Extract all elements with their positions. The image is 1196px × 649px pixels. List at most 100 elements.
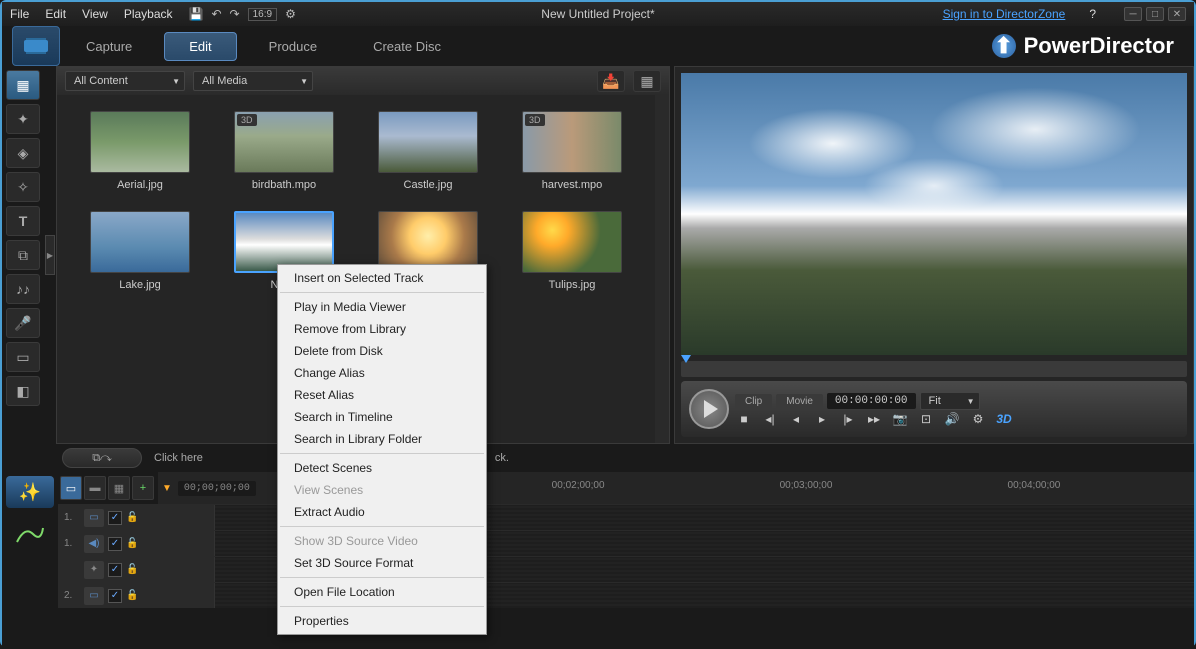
maximize-button[interactable]: □ bbox=[1146, 7, 1164, 21]
context-menu-item[interactable]: Reset Alias bbox=[278, 384, 486, 406]
context-menu-item[interactable]: Delete from Disk bbox=[278, 340, 486, 362]
minimize-button[interactable]: ─ bbox=[1124, 7, 1142, 21]
media-item[interactable]: 3Dharvest.mpo bbox=[505, 111, 639, 191]
prev-frame-icon[interactable]: ◂| bbox=[761, 412, 779, 426]
menu-playback[interactable]: Playback bbox=[124, 7, 173, 21]
menubar: File Edit View Playback 💾 ↶ ↷ 16:9 ⚙ New… bbox=[2, 2, 1194, 26]
media-filter-dropdown[interactable]: All Media bbox=[193, 71, 313, 91]
aspect-ratio-dropdown[interactable]: 16:9 bbox=[248, 8, 277, 21]
menu-view[interactable]: View bbox=[82, 7, 108, 21]
zoom-fit-dropdown[interactable]: Fit bbox=[920, 392, 980, 410]
tab-capture[interactable]: Capture bbox=[62, 33, 156, 60]
track-view-2[interactable]: ▬ bbox=[84, 476, 106, 500]
media-toolbar: All Content All Media 📥 ▦ bbox=[57, 67, 669, 95]
import-media-button[interactable]: 📥 bbox=[597, 70, 625, 92]
stop-icon[interactable]: ■ bbox=[735, 412, 753, 426]
close-button[interactable]: ✕ bbox=[1168, 7, 1186, 21]
track-visible-checkbox[interactable]: ✓ bbox=[108, 511, 122, 525]
context-menu-item[interactable]: Remove from Library bbox=[278, 318, 486, 340]
track-visible-checkbox[interactable]: ✓ bbox=[108, 537, 122, 551]
preview-scrubber[interactable] bbox=[681, 361, 1187, 377]
library-menu-button[interactable]: ▦ bbox=[633, 70, 661, 92]
track-header[interactable]: 1.▭✓🔓 bbox=[58, 505, 214, 530]
track-header[interactable]: 1.◀)✓🔓 bbox=[58, 531, 214, 556]
preview-3d-button[interactable]: 3D bbox=[995, 412, 1013, 426]
track-lock-icon[interactable]: 🔓 bbox=[126, 538, 138, 549]
track-lock-icon[interactable]: 🔓 bbox=[126, 564, 138, 575]
playhead-marker-icon[interactable]: ▼ bbox=[162, 483, 172, 494]
signin-link[interactable]: Sign in to DirectorZone bbox=[943, 7, 1066, 21]
context-menu-item[interactable]: Extract Audio bbox=[278, 501, 486, 523]
context-menu-item[interactable]: Insert on Selected Track bbox=[278, 267, 486, 289]
timeline-tool-button[interactable]: ⧉↷ bbox=[62, 448, 142, 468]
media-item[interactable]: Tulips.jpg bbox=[505, 211, 639, 291]
play-button[interactable] bbox=[689, 389, 729, 429]
effect-room-button[interactable]: ✦ bbox=[6, 104, 40, 134]
tab-create-disc[interactable]: Create Disc bbox=[349, 33, 465, 60]
mode-tabs: Capture Edit Produce Create Disc ⬆ Power… bbox=[2, 26, 1194, 66]
context-menu-item[interactable]: Search in Timeline bbox=[278, 406, 486, 428]
media-room-button[interactable]: ▦ bbox=[6, 70, 40, 100]
context-menu-item[interactable]: Set 3D Source Format bbox=[278, 552, 486, 574]
title-room-button[interactable]: T bbox=[6, 206, 40, 236]
next-frame-icon[interactable]: |▸ bbox=[839, 412, 857, 426]
particle-room-button[interactable]: ✧ bbox=[6, 172, 40, 202]
track-header[interactable]: 2.▭✓🔓 bbox=[58, 583, 214, 608]
track-visible-checkbox[interactable]: ✓ bbox=[108, 589, 122, 603]
hint-text-right: ck. bbox=[495, 452, 509, 464]
track-header[interactable]: ✦✓🔓 bbox=[58, 557, 214, 582]
menu-file[interactable]: File bbox=[10, 7, 29, 21]
movie-mode-toggle[interactable]: Movie bbox=[776, 394, 823, 409]
transition-room-button[interactable]: ⧉ bbox=[6, 240, 40, 270]
svrt-button[interactable] bbox=[6, 518, 54, 550]
chapter-room-button[interactable]: ▭ bbox=[6, 342, 40, 372]
track-lock-icon[interactable]: 🔓 bbox=[126, 590, 138, 601]
settings-icon[interactable]: ⚙ bbox=[285, 7, 296, 21]
snapshot-icon[interactable]: 📷 bbox=[891, 412, 909, 426]
context-menu-item[interactable]: Change Alias bbox=[278, 362, 486, 384]
track-visible-checkbox[interactable]: ✓ bbox=[108, 563, 122, 577]
menu-edit[interactable]: Edit bbox=[45, 7, 66, 21]
context-menu-item[interactable]: Search in Library Folder bbox=[278, 428, 486, 450]
pip-room-button[interactable]: ◈ bbox=[6, 138, 40, 168]
add-track-button[interactable]: + bbox=[132, 476, 154, 500]
subtitle-room-button[interactable]: ◧ bbox=[6, 376, 40, 406]
volume-icon[interactable]: 🔊 bbox=[943, 412, 961, 426]
preview-viewport[interactable] bbox=[681, 73, 1187, 355]
context-menu-item[interactable]: Properties bbox=[278, 610, 486, 632]
media-thumbnail[interactable] bbox=[378, 111, 478, 173]
audio-room-button[interactable]: ♪♪ bbox=[6, 274, 40, 304]
step-back-icon[interactable]: ◂ bbox=[787, 412, 805, 426]
media-item[interactable]: Castle.jpg bbox=[361, 111, 495, 191]
track-lock-icon[interactable]: 🔓 bbox=[126, 512, 138, 523]
media-thumbnail[interactable] bbox=[90, 211, 190, 273]
media-item[interactable]: Lake.jpg bbox=[73, 211, 207, 291]
media-item[interactable]: Aerial.jpg bbox=[73, 111, 207, 191]
undo-icon[interactable]: ↶ bbox=[211, 7, 221, 21]
media-thumbnail[interactable] bbox=[90, 111, 190, 173]
track-view-3[interactable]: ▦ bbox=[108, 476, 130, 500]
track-view-1[interactable]: ▭ bbox=[60, 476, 82, 500]
redo-icon[interactable]: ↷ bbox=[230, 7, 240, 21]
media-thumbnail[interactable]: 3D bbox=[234, 111, 334, 173]
media-thumbnail[interactable]: 3D bbox=[522, 111, 622, 173]
quality-icon[interactable]: ⚙ bbox=[969, 412, 987, 426]
panel-collapse-toggle[interactable]: ▶ bbox=[45, 235, 55, 275]
display-options-icon[interactable]: ⊡ bbox=[917, 412, 935, 426]
tab-produce[interactable]: Produce bbox=[245, 33, 341, 60]
context-menu-item[interactable]: Detect Scenes bbox=[278, 457, 486, 479]
clip-mode-toggle[interactable]: Clip bbox=[735, 394, 772, 409]
save-icon[interactable]: 💾 bbox=[189, 7, 204, 21]
context-menu-item[interactable]: Open File Location bbox=[278, 581, 486, 603]
media-thumbnail[interactable] bbox=[522, 211, 622, 273]
context-menu-item[interactable]: Play in Media Viewer bbox=[278, 296, 486, 318]
media-scrollbar[interactable] bbox=[655, 95, 669, 443]
fast-fwd-icon[interactable]: ▸▸ bbox=[865, 412, 883, 426]
magic-tools-button[interactable]: ✨ bbox=[6, 476, 54, 508]
step-fwd-icon[interactable]: ▸ bbox=[813, 412, 831, 426]
media-item[interactable]: 3Dbirdbath.mpo bbox=[217, 111, 351, 191]
tab-edit[interactable]: Edit bbox=[164, 32, 236, 61]
voice-room-button[interactable]: 🎤 bbox=[6, 308, 40, 338]
help-icon[interactable]: ? bbox=[1089, 7, 1096, 21]
content-filter-dropdown[interactable]: All Content bbox=[65, 71, 185, 91]
